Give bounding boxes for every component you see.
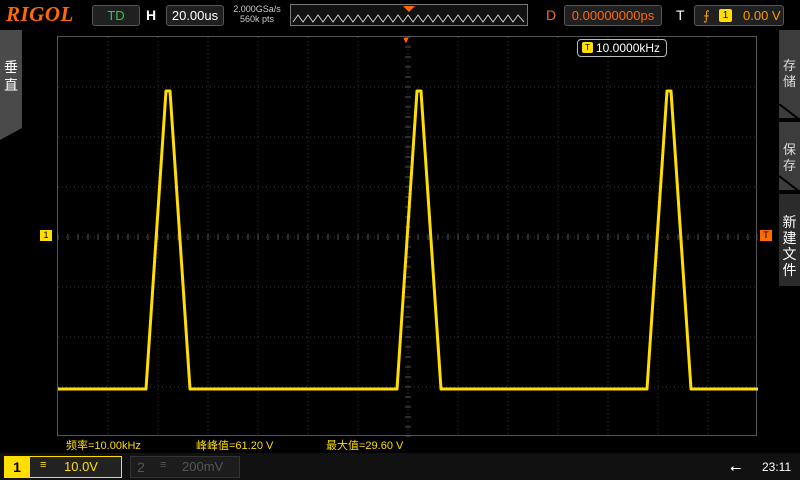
vertical-menu-tab[interactable]: 垂 直 [0, 30, 22, 128]
measurement-frequency: 频率=10.00kHz [66, 440, 141, 452]
trigger-source-badge: 1 [719, 9, 732, 22]
right-menu-dividers [779, 104, 800, 193]
ch2-scale: 200mV [182, 459, 224, 474]
timebase-label: H [146, 7, 157, 23]
brand-logo: RIGOL [6, 2, 74, 26]
memory-depth: 560k pts [239, 14, 275, 24]
ch1-scale: 10.0V [64, 459, 98, 474]
frequency-counter-value: 10.0000kHz [596, 41, 661, 55]
measurement-peak-to-peak: 峰峰值=61.20 V [196, 440, 274, 452]
ch2-number: 2 [137, 459, 145, 475]
trigger-level-marker[interactable]: T [760, 230, 772, 241]
memory-overview [290, 4, 528, 26]
measurement-max: 最大值=29.60 V [326, 440, 404, 452]
left-tab-notch [0, 128, 22, 140]
vertical-menu-label: 垂 直 [4, 59, 18, 93]
ch1-offset-marker[interactable]: 1 [40, 230, 52, 241]
sample-rate: 2.000GSa/s [233, 4, 281, 14]
frequency-counter: T 10.0000kHz [577, 39, 667, 57]
menu-new-file-label: 新 建 文 件 [782, 214, 797, 278]
trigger-position-marker[interactable]: ▼ [401, 35, 411, 45]
clock: 23:11 [762, 460, 792, 474]
delay-label: D [546, 7, 557, 23]
menu-new-file[interactable]: 新 建 文 件 [779, 194, 800, 286]
ch1-waveform [58, 89, 758, 391]
trigger-setting[interactable]: ⨍ 1 0.00 V [694, 5, 784, 26]
trigger-label: T [676, 7, 685, 23]
graticule [57, 36, 759, 438]
trigger-edge-icon: ⨍ [703, 8, 710, 23]
ch1-number: 1 [4, 456, 30, 478]
menu-save-storage-label: 存 储 [782, 58, 796, 89]
waveform-display[interactable] [57, 36, 759, 438]
timebase-value[interactable]: 20.00us [166, 5, 224, 26]
usb-icon: ⭠ [730, 459, 742, 475]
ch2-coupling-icon: ≡ [160, 459, 167, 471]
sample-info: 2.000GSa/s 560k pts [230, 4, 284, 24]
delay-value[interactable]: 0.00000000ps [564, 5, 662, 26]
ch1-coupling-icon: ≡ [40, 459, 47, 471]
trigger-level: 0.00 V [743, 8, 781, 23]
run-status-badge[interactable]: TD [92, 5, 140, 26]
memory-overview-graphic [290, 4, 528, 26]
counter-source-icon: T [582, 42, 593, 53]
